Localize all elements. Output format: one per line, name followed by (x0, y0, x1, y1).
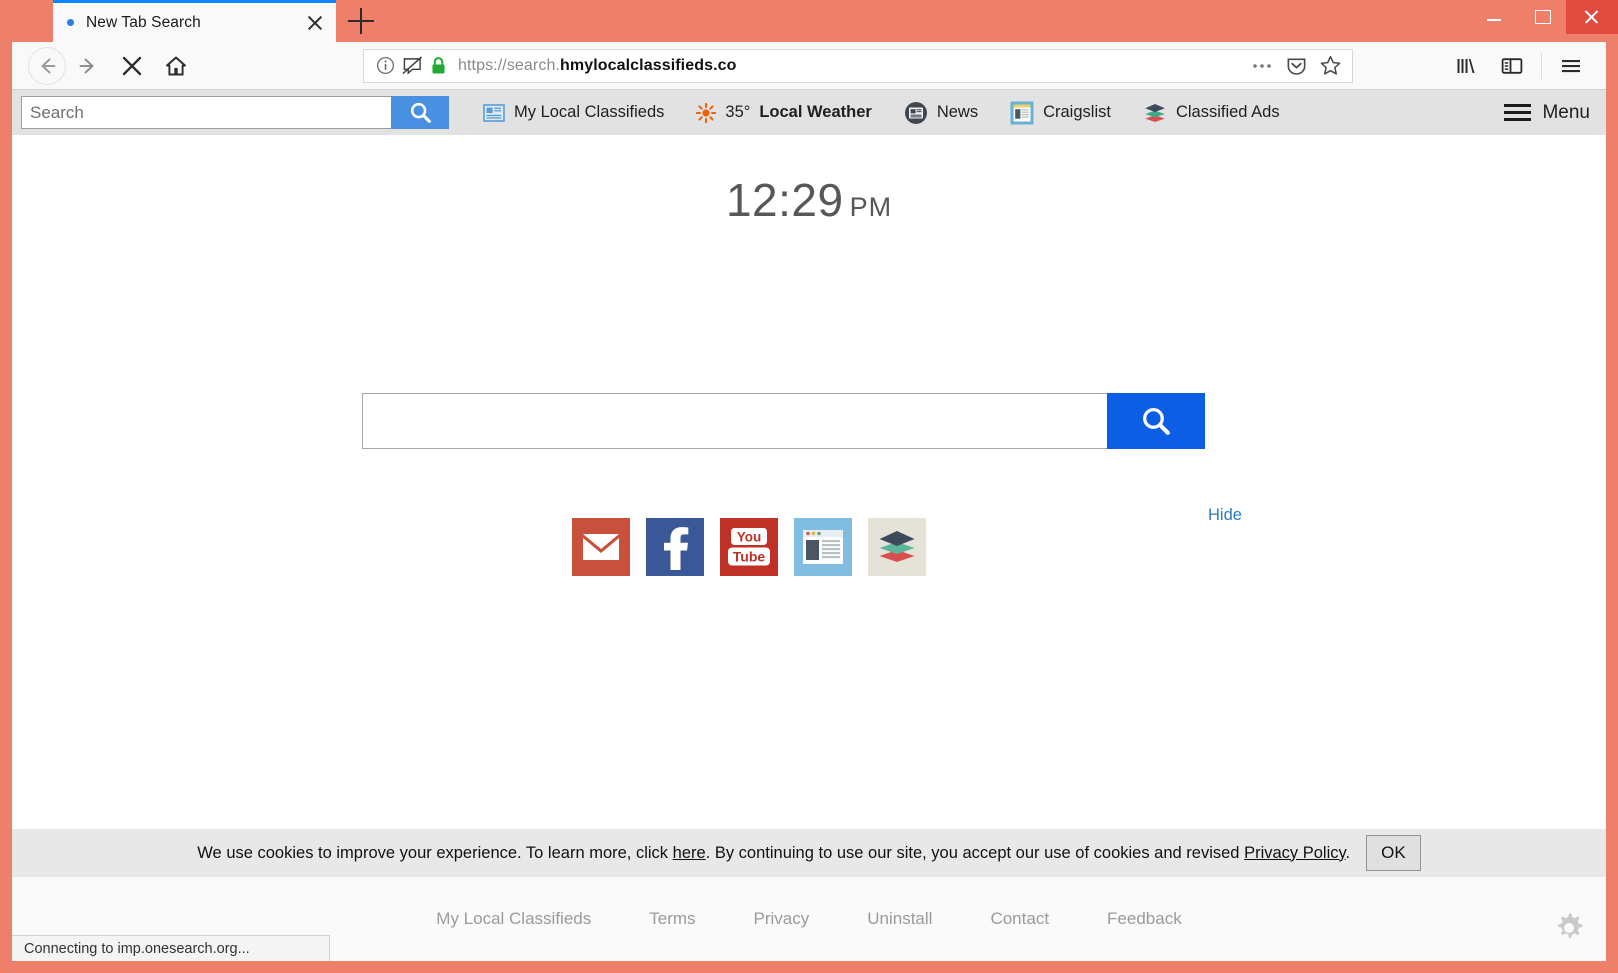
ext-link-my-local-classifieds[interactable]: My Local Classifieds (467, 94, 680, 132)
new-tab-plus-icon[interactable] (348, 8, 374, 34)
url-action-icons (1248, 52, 1344, 80)
shortcut-youtube[interactable]: You Tube (720, 518, 778, 576)
site-search-group (362, 393, 1205, 449)
footer-link-uninstall[interactable]: Uninstall (867, 909, 932, 929)
menu-bars-icon (1504, 103, 1532, 122)
layers-icon (1145, 103, 1165, 122)
url-bar[interactable]: https://search.hmylocalclassifieds.co (363, 48, 1353, 83)
shortcut-news[interactable] (794, 518, 852, 576)
page-content: 12:29 PM You Tube Hide We use cookies to… (12, 135, 1606, 961)
ext-link-label: Local Weather (759, 103, 872, 121)
search-icon (410, 102, 431, 123)
footer-link-privacy[interactable]: Privacy (754, 909, 810, 929)
settings-gear-icon[interactable] (1550, 909, 1588, 947)
youtube-icon: You Tube (728, 528, 770, 566)
newspaper-icon (483, 103, 505, 122)
cookie-banner-text: We use cookies to improve your experienc… (197, 844, 1350, 863)
svg-text:Tube: Tube (733, 549, 766, 565)
ext-link-label: Craigslist (1043, 103, 1111, 121)
ext-link-label: Classified Ads (1175, 103, 1280, 121)
extension-search-group (21, 96, 449, 129)
footer-link-contact[interactable]: Contact (990, 909, 1049, 929)
cookie-ok-button[interactable]: OK (1366, 835, 1421, 871)
cookie-here-link[interactable]: here (673, 844, 706, 862)
mail-icon (583, 534, 619, 560)
extension-search-button[interactable] (391, 96, 449, 129)
hamburger-menu-icon[interactable] (1550, 45, 1592, 87)
ext-link-local-weather[interactable]: 35° Local Weather (680, 94, 887, 132)
toolbar-divider (1541, 52, 1542, 79)
library-icon[interactable] (1445, 45, 1487, 87)
home-icon[interactable] (154, 44, 198, 88)
cookie-consent-banner: We use cookies to improve your experienc… (12, 829, 1606, 877)
pocket-icon[interactable] (1282, 52, 1310, 80)
lock-icon (432, 57, 445, 74)
browser-window: New Tab Search https://search.hmylocalcl… (0, 0, 1618, 973)
clock: 12:29 PM (12, 173, 1606, 227)
shortcut-classified-ads[interactable] (868, 518, 926, 576)
extension-toolbar: My Local Classifieds 35° Local Weather (12, 89, 1606, 135)
tab-close-icon[interactable] (304, 12, 326, 34)
search-icon (1143, 408, 1170, 435)
extension-menu-label: Menu (1542, 101, 1590, 123)
window-minimize-button[interactable] (1470, 0, 1518, 30)
news-circle-icon (904, 101, 927, 124)
ext-link-label: News (936, 103, 979, 121)
svg-text:You: You (737, 530, 762, 545)
browser-tab[interactable]: New Tab Search (53, 0, 336, 42)
cookie-text-after: . (1345, 843, 1351, 862)
tracking-protection-icon (402, 56, 423, 75)
tab-title: New Tab Search (86, 13, 201, 31)
navigation-toolbar: https://search.hmylocalclassifieds.co (12, 42, 1606, 89)
site-search-button[interactable] (1107, 393, 1205, 449)
status-bar: Connecting to imp.onesearch.org... (12, 935, 330, 961)
browser-news-icon (803, 530, 843, 564)
forward-arrow-icon[interactable] (66, 44, 110, 88)
tab-strip: New Tab Search (0, 0, 1618, 42)
toolbar-right-icons (1445, 45, 1596, 87)
craigslist-icon (1010, 101, 1034, 124)
bookmark-star-icon[interactable] (1316, 52, 1344, 80)
facebook-icon (664, 527, 689, 570)
back-arrow-icon[interactable] (28, 46, 66, 85)
footer-link-my-local-classifieds[interactable]: My Local Classifieds (436, 909, 591, 929)
page-actions-icon[interactable] (1248, 52, 1276, 80)
clock-time: 12:29 (725, 174, 844, 226)
shortcut-mail[interactable] (572, 518, 630, 576)
extension-menu-button[interactable]: Menu (1504, 102, 1590, 124)
ext-link-classified-ads[interactable]: Classified Ads (1127, 94, 1296, 132)
cookie-text-before: We use cookies to improve your experienc… (197, 843, 673, 862)
ext-link-news[interactable]: News (888, 94, 994, 132)
url-text: https://search.hmylocalclassifieds.co (458, 56, 737, 74)
extension-links: My Local Classifieds 35° Local Weather N… (467, 94, 1296, 132)
footer-link-terms[interactable]: Terms (649, 909, 695, 929)
hide-shortcuts-link[interactable]: Hide (1208, 506, 1242, 525)
url-identity-box[interactable] (376, 56, 447, 75)
shortcut-facebook[interactable] (646, 518, 704, 576)
info-icon (376, 56, 395, 75)
shortcut-tiles: You Tube (572, 518, 926, 576)
ext-link-craigslist[interactable]: Craigslist (994, 94, 1127, 132)
extension-search-input[interactable] (21, 96, 391, 129)
tab-favicon (67, 19, 74, 26)
clock-ampm: PM (849, 192, 893, 222)
window-close-button[interactable] (1566, 0, 1618, 34)
sun-icon (696, 102, 717, 123)
site-search-input[interactable] (362, 393, 1107, 449)
cookie-text-middle: . By continuing to use our site, you acc… (705, 843, 1245, 862)
privacy-policy-link[interactable]: Privacy Policy (1244, 844, 1345, 862)
stop-loading-icon[interactable] (110, 44, 154, 88)
window-controls (1470, 0, 1618, 34)
sidebar-icon[interactable] (1491, 45, 1533, 87)
layers-icon (879, 531, 915, 562)
footer-link-feedback[interactable]: Feedback (1107, 909, 1182, 929)
weather-temperature: 35° (725, 103, 751, 121)
window-maximize-button[interactable] (1518, 0, 1566, 30)
ext-link-label: My Local Classifieds (514, 103, 665, 121)
